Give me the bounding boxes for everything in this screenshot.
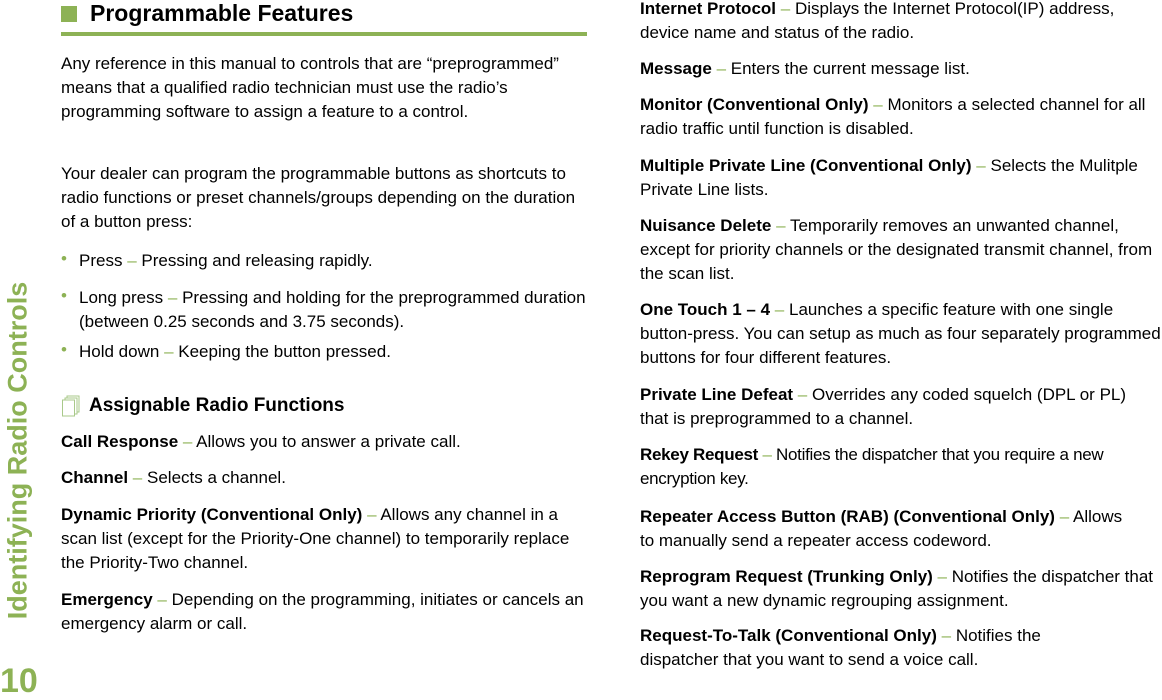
dash: –: [762, 445, 772, 464]
pages-icon: [62, 395, 80, 417]
function-entry: Emergency – Depending on the programming…: [61, 588, 591, 636]
function-entry: One Touch 1 – 4 – Launches a specific fe…: [640, 298, 1162, 370]
function-entry: Dynamic Priority (Conventional Only) – A…: [61, 503, 591, 575]
intro-paragraph: Any reference in this manual to controls…: [61, 54, 559, 121]
function-entry: Monitor (Conventional Only) – Monitors a…: [640, 93, 1152, 141]
green-square-icon: [61, 6, 77, 22]
dash: –: [182, 432, 193, 451]
dash: –: [976, 156, 986, 175]
dash: –: [167, 288, 178, 307]
bullet-desc: Keeping the button pressed.: [178, 342, 391, 361]
heading-rule: [61, 32, 587, 36]
function-desc: Allows you to answer a private call.: [196, 432, 461, 451]
bullet-term: Press: [79, 251, 123, 270]
function-entry: Multiple Private Line (Conventional Only…: [640, 154, 1140, 202]
chapter-title-vertical: Identifying Radio Controls: [1, 258, 35, 643]
function-entry: Private Line Defeat – Overrides any code…: [640, 383, 1150, 431]
section-title: Programmable Features: [90, 0, 354, 26]
dash: –: [776, 216, 786, 235]
function-term: Call Response: [61, 432, 179, 451]
bullet-dot-icon: •: [61, 340, 67, 359]
function-term: Reprogram Request (Trunking Only): [640, 567, 933, 586]
dash: –: [367, 505, 377, 524]
bullet-dot-icon: •: [61, 249, 67, 268]
function-term: Request-To-Talk (Conventional Only): [640, 626, 937, 645]
function-desc: Selects a channel.: [147, 468, 286, 487]
dash: –: [797, 385, 808, 404]
subsection-heading: Assignable Radio Functions: [61, 393, 581, 419]
function-desc: Enters the current message list.: [730, 59, 970, 78]
function-entry: Request-To-Talk (Conventional Only) – No…: [640, 624, 1110, 672]
function-term: Private Line Defeat: [640, 385, 794, 404]
function-term: Repeater Access Button (RAB) (Convention…: [640, 507, 1055, 526]
function-entry: Call Response – Allows you to answer a p…: [61, 430, 591, 454]
section-heading: Programmable Features: [61, 0, 587, 36]
function-entry: Rekey Request – Notifies the dispatcher …: [640, 443, 1162, 491]
function-term: Nuisance Delete: [640, 216, 772, 235]
dash: –: [164, 342, 174, 361]
function-entry: Internet Protocol – Displays the Interne…: [640, 0, 1162, 45]
bullet-term: Long press: [79, 288, 164, 307]
function-term: Rekey Request: [640, 445, 758, 464]
function-term: Monitor (Conventional Only): [640, 95, 869, 114]
function-term: Channel: [61, 468, 129, 487]
page-number: 10: [0, 662, 38, 700]
dash: –: [132, 468, 143, 487]
function-term: Emergency: [61, 590, 153, 609]
function-term: Multiple Private Line (Conventional Only…: [640, 156, 972, 175]
dash: –: [774, 300, 785, 319]
dash: –: [780, 0, 791, 18]
dash: –: [127, 251, 137, 270]
function-entry: Repeater Access Button (RAB) (Convention…: [640, 505, 1140, 553]
function-entry: Reprogram Request (Trunking Only) – Noti…: [640, 565, 1162, 613]
dash: –: [1059, 507, 1070, 526]
function-entry: Channel – Selects a channel.: [61, 466, 591, 490]
function-term: Dynamic Priority (Conventional Only): [61, 505, 363, 524]
dash: –: [716, 59, 727, 78]
function-term: Message: [640, 59, 712, 78]
function-term: One Touch 1 – 4: [640, 300, 771, 319]
bullet-dot-icon: •: [61, 286, 67, 305]
chapter-title-text: Identifying Radio Controls: [2, 281, 33, 620]
dash: –: [937, 567, 948, 586]
function-term: Internet Protocol: [640, 0, 777, 18]
bullet-term: Hold down: [79, 342, 160, 361]
dash: –: [157, 590, 167, 609]
function-entry: Nuisance Delete – Temporarily removes an…: [640, 214, 1162, 286]
bullet-desc: Pressing and releasing rapidly.: [141, 251, 373, 270]
dash: –: [873, 95, 883, 114]
dash: –: [941, 626, 952, 645]
intro-paragraph: Your dealer can program the programmable…: [61, 164, 576, 231]
function-entry: Message – Enters the current message lis…: [640, 57, 1162, 81]
subsection-title: Assignable Radio Functions: [89, 395, 345, 416]
